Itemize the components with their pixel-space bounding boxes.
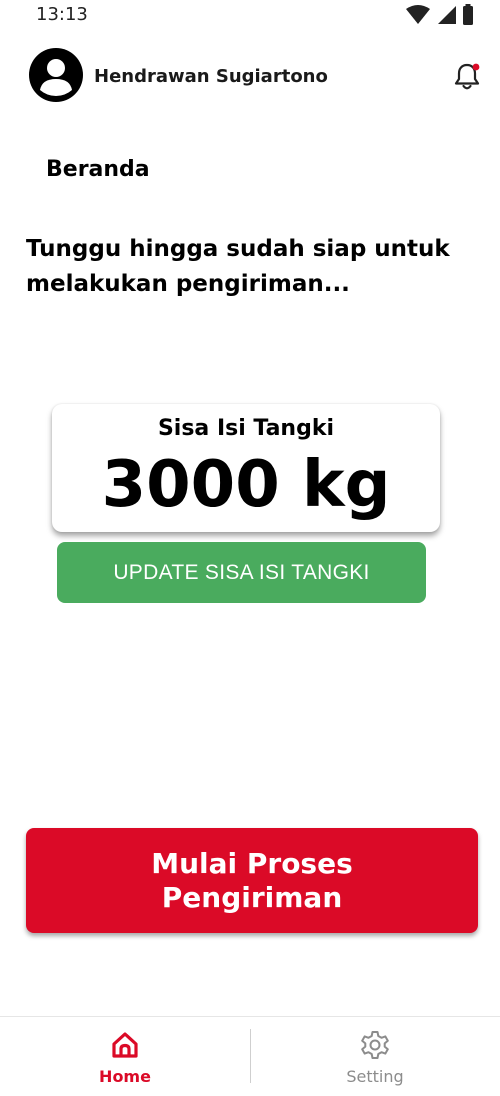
home-icon [112,1032,138,1058]
avatar-icon[interactable] [28,47,84,103]
tank-label: Sisa Isi Tangki [157,416,335,441]
notification-bell-icon[interactable] [452,60,482,92]
nav-label-setting: Setting [346,1067,404,1086]
start-delivery-label: Mulai Proses Pengiriman [151,846,353,914]
status-icons [406,4,474,26]
bottom-nav: Home Setting [0,1016,500,1096]
status-message: Tunggu hingga sudah siap untuk melakukan… [26,236,450,297]
nav-item-home[interactable]: Home [0,1017,250,1096]
user-name: Hendrawan Sugiartono [94,66,328,87]
start-delivery-button[interactable]: Mulai Proses Pengiriman [26,828,478,933]
tank-value: 3000 kg [101,448,391,522]
status-bar: 13:13 [0,0,500,32]
tank-card: Sisa Isi Tangki 3000 kg [52,404,440,532]
nav-item-setting[interactable]: Setting [250,1017,500,1096]
status-time: 13:13 [36,4,88,25]
nav-label-home: Home [99,1067,151,1086]
update-tank-button[interactable]: UPDATE SISA ISI TANGKI [57,542,426,603]
page-title: Beranda [46,157,150,182]
gear-icon [361,1031,389,1059]
wifi-icon [406,5,430,24]
battery-icon [463,4,473,25]
signal-icon [438,6,456,24]
app-header: Hendrawan Sugiartono [0,44,500,108]
